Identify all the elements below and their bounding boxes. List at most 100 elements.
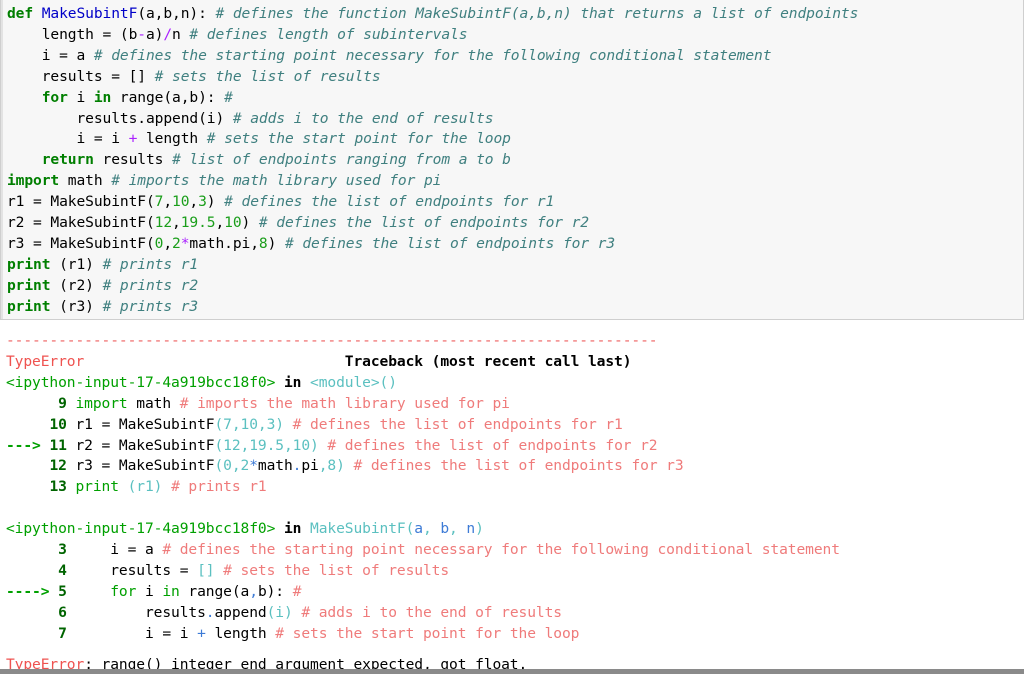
token-tbnum: , [257, 415, 267, 433]
token-lno: 12 [49, 457, 67, 475]
token-num: 10 [224, 214, 242, 232]
code-line: results.append(i) # adds i to the end of… [7, 109, 1023, 130]
traceback-line: 4 results = [] # sets the list of result… [6, 561, 1024, 582]
token-cmt: # defines length of subintervals [189, 25, 468, 43]
token-tbplain: math [127, 394, 180, 412]
token-scope: <module> [310, 373, 380, 391]
code-line: i = a # defines the starting point neces… [7, 46, 1023, 67]
token-tbnum: 19.5 [249, 436, 284, 454]
token-cmt: # sets the list of results [154, 67, 381, 85]
token-arg: b [440, 520, 450, 538]
code-line: i = i + length # sets the start point fo… [7, 129, 1023, 150]
token-tbplain [6, 562, 58, 579]
token-plain: length [137, 130, 207, 148]
token-tbcmt: # [292, 582, 302, 600]
token-tbcmt: # prints r1 [171, 478, 267, 496]
token-plain: ) [206, 193, 225, 211]
token-cmt: # defines the list of endpoints for r3 [284, 234, 616, 252]
token-tbnum: , [283, 436, 293, 454]
token-plain: (a,b,n): [137, 5, 216, 22]
token-arg: n [466, 520, 476, 538]
token-plain: ) [267, 234, 285, 252]
token-tbnum: 7 [223, 415, 232, 433]
token-tbcmt: # sets the start point for the loop [275, 624, 580, 642]
token-plain: r1 = MakeSubintF( [7, 193, 155, 211]
code-line: for i in range(a,b): # [7, 88, 1023, 109]
token-tbplain [162, 478, 171, 495]
token-tbplain [6, 541, 58, 558]
token-arrow: ---> [6, 436, 50, 454]
token-tbnum: 0 [223, 457, 232, 475]
code-line: def MakeSubintF(a,b,n): # defines the fu… [7, 4, 1023, 25]
token-lno: 11 [49, 436, 67, 454]
token-tbplain: i = a [66, 541, 163, 559]
token-lno: 10 [49, 415, 67, 433]
token-tbop: , [249, 582, 258, 600]
token-tbop: * [249, 457, 258, 475]
token-file: <ipython-input-17-4a919bcc18f0> [6, 373, 276, 391]
token-plain: , [172, 214, 181, 232]
traceback-line: ---> 11 r2 = MakeSubintF(12,19.5,10) # d… [6, 436, 1024, 457]
token-paren: ( [405, 520, 415, 538]
token-tbnum: ( [214, 415, 224, 433]
traceback-header-right: Traceback (most recent call last) [344, 352, 632, 370]
token-plain: (r1) [50, 255, 103, 273]
token-cmt: # prints r2 [102, 276, 199, 294]
code-line: print (r3) # prints r3 [7, 297, 1023, 318]
token-tbcmt: # defines the starting point necessary f… [162, 541, 840, 559]
token-tbkw: print [75, 478, 120, 496]
token-tbcmt: # defines the list of endpoints for r3 [353, 457, 684, 475]
traceback-line: 10 r1 = MakeSubintF(7,10,3) # defines th… [6, 415, 1024, 436]
token-tbcmt: # imports the math library used for pi [179, 394, 510, 412]
token-tbplain: range(a [179, 582, 250, 600]
token-plain: , [215, 214, 225, 232]
token-kw: return [41, 151, 94, 169]
token-tbplain: r3 = MakeSubintF [66, 457, 215, 475]
code-source[interactable]: def MakeSubintF(a,b,n): # defines the fu… [7, 4, 1023, 318]
token-tbnum: , [231, 415, 241, 433]
token-tbkw: import [75, 394, 128, 412]
code-line: print (r1) # prints r1 [7, 255, 1023, 276]
token-lno: 5 [58, 582, 67, 600]
token-tbkw: in [162, 582, 180, 600]
token-tbplain [67, 478, 76, 495]
token-plain: r2 = MakeSubintF( [7, 214, 155, 232]
token-tbnum: , [231, 457, 241, 475]
token-lno: 6 [58, 603, 67, 621]
token-tbnum: ) [310, 436, 319, 454]
token-num: 2 [172, 234, 181, 252]
token-op: / [163, 25, 173, 43]
token-cmt: # [224, 88, 233, 106]
token-tbplain: results [66, 603, 206, 621]
token-tbplain [214, 562, 223, 579]
token-plain: math.pi, [189, 234, 259, 252]
token-tbnum: 10 [292, 436, 311, 454]
token-cmt: # imports the math library used for pi [111, 172, 442, 190]
token-lno: 9 [58, 394, 67, 412]
token-arg: a [414, 520, 423, 538]
token-lno: 7 [58, 624, 67, 642]
token-cmt: # defines the list of endpoints for r2 [258, 214, 589, 232]
notebook-screen: def MakeSubintF(a,b,n): # defines the fu… [0, 0, 1024, 674]
token-num: 19.5 [180, 214, 216, 232]
header-spacer [84, 353, 345, 370]
traceback-line: 13 print (r1) # prints r1 [6, 477, 1024, 498]
code-input-cell[interactable]: def MakeSubintF(a,b,n): # defines the fu… [0, 0, 1024, 320]
token-plain: r3 = MakeSubintF( [7, 234, 155, 252]
token-tbplain [6, 457, 49, 474]
token-scope: MakeSubintF [310, 520, 406, 538]
token-tbplain: MakeSubintF [110, 415, 215, 433]
token-cmt: # list of endpoints ranging from a to b [172, 151, 511, 169]
token-plain: , [189, 193, 199, 211]
token-plain: math [59, 172, 112, 190]
code-line: r3 = MakeSubintF(0,2*math.pi,8) # define… [7, 234, 1023, 255]
token-tbplain [6, 478, 49, 495]
token-kw: in [93, 88, 112, 106]
token-tbnum: 12 [223, 436, 241, 454]
token-tbplain [67, 395, 76, 412]
token-tbnum: 8 [327, 457, 337, 475]
token-tbplain: append [214, 603, 267, 621]
frame-gap [6, 498, 1024, 519]
token-cmt: # prints r3 [102, 297, 199, 315]
